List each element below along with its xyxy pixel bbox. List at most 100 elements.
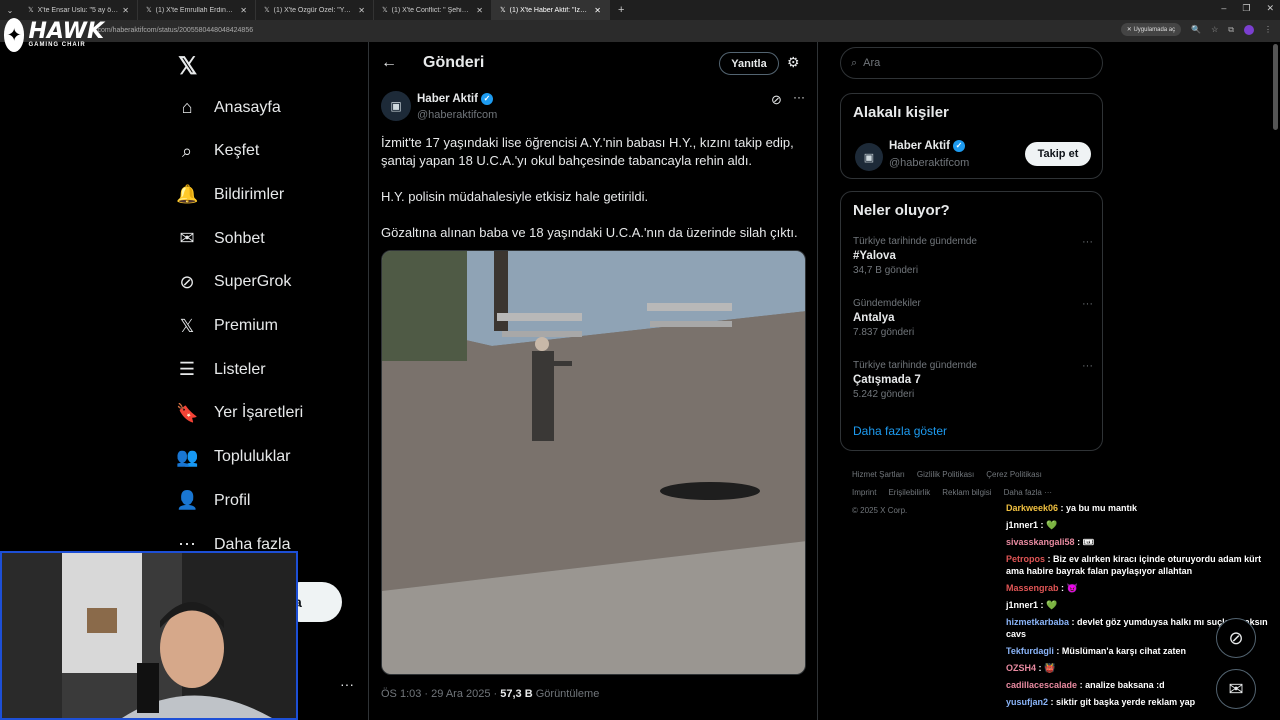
footer-link[interactable]: Hizmet Şartları bbox=[852, 470, 905, 479]
nav-item-bildirimler[interactable]: 🔔 Bildirimler bbox=[176, 184, 284, 205]
messages-fab-icon[interactable]: ✉ bbox=[1216, 669, 1256, 709]
url-field[interactable]: x.com/haberaktifcom/status/2005580448048… bbox=[92, 27, 253, 34]
nav-item-label: Keşfet bbox=[214, 142, 260, 160]
author-name[interactable]: Haber Aktif ✓ bbox=[417, 93, 493, 105]
footer-link[interactable]: Reklam bilgisi bbox=[942, 488, 991, 497]
related-handle[interactable]: @haberaktifcom bbox=[889, 157, 969, 169]
grok-icon[interactable]: ⊘ bbox=[771, 92, 782, 108]
person-icon: 👤 bbox=[176, 490, 199, 511]
scrollbar[interactable] bbox=[1273, 44, 1278, 130]
nav-item-label: Premium bbox=[214, 317, 279, 334]
chat-username[interactable]: Massengrab bbox=[1006, 583, 1059, 593]
browser-tab[interactable]: 𝕏 (1) X'te Emrullah Erdinc: " Di ✕ bbox=[138, 0, 256, 20]
close-tab-icon[interactable]: ✕ bbox=[358, 6, 365, 15]
post-time[interactable]: ÖS 1:03 · 29 Ara 2025 · bbox=[381, 688, 500, 700]
chat-username[interactable]: OZSH4 bbox=[1006, 663, 1036, 673]
post-text-2: H.Y. polisin müdahalesiyle etkisiz hale … bbox=[381, 189, 649, 204]
close-window-icon[interactable]: ✕ bbox=[1266, 3, 1274, 14]
trends-card: Neler oluyor? Türkiye tarihinde gündemde… bbox=[840, 191, 1103, 451]
post-column: ← Gönderi Yanıtla ⚙ ▣ Haber Aktif ✓ @habe… bbox=[368, 42, 818, 720]
x-logo-icon[interactable]: 𝕏 bbox=[178, 52, 197, 81]
related-name[interactable]: Haber Aktif ✓ bbox=[889, 140, 965, 152]
footer-link[interactable]: Çerez Politikası bbox=[986, 470, 1042, 479]
nav-item-label: Topluluklar bbox=[214, 448, 291, 466]
nav-item-label: Sohbet bbox=[214, 229, 265, 247]
trend-count: 7.837 gönderi bbox=[853, 327, 915, 338]
close-tab-icon[interactable]: ✕ bbox=[476, 6, 483, 15]
avatar[interactable]: ▣ bbox=[381, 91, 411, 121]
post-text-1: İzmit'te 17 yaşındaki lise öğrencisi A.Y… bbox=[381, 135, 794, 168]
logo-brand: HAWK bbox=[28, 19, 104, 44]
nav-item-topluluklar[interactable]: 👥 Topluluklar bbox=[176, 447, 290, 468]
browser-tab[interactable]: 𝕏 (1) X'te Conflict: " Şehidimiz ✕ bbox=[374, 0, 492, 20]
tab-title: (1) X'te Özgür Özel: "Yalova'da bbox=[273, 6, 355, 14]
grok-fab-icon[interactable]: ⊘ bbox=[1216, 618, 1256, 658]
account-more-icon[interactable]: ··· bbox=[340, 676, 354, 692]
menu-icon[interactable]: ⋮ bbox=[1264, 25, 1272, 34]
nav-item-yer-i-şaretleri[interactable]: 🔖 Yer İşaretleri bbox=[176, 403, 303, 424]
chat-username[interactable]: Petropos bbox=[1006, 554, 1045, 564]
chat-username[interactable]: Darkweek06 bbox=[1006, 503, 1058, 513]
extensions-icon[interactable]: ⧉ bbox=[1228, 25, 1234, 35]
page-title: Gönderi bbox=[423, 54, 485, 71]
star-icon[interactable]: ☆ bbox=[1211, 25, 1218, 34]
trend-item[interactable]: Gündemdekiler Antalya 7.837 gönderi ··· bbox=[853, 298, 1093, 338]
browser-tab[interactable]: 𝕏(1) X'te Haber Aktif: "İzmit'te 17✕ bbox=[492, 0, 610, 20]
nav-item-supergrok[interactable]: ⊘ SuperGrok bbox=[176, 272, 291, 293]
trend-item[interactable]: Türkiye tarihinde gündemde #Yalova 34,7 B … bbox=[853, 236, 1093, 276]
back-arrow-icon[interactable]: ← bbox=[381, 54, 397, 72]
footer-link[interactable]: Imprint bbox=[852, 488, 876, 497]
tune-icon[interactable]: ⚙ bbox=[787, 54, 800, 71]
chat-username[interactable]: j1nner1 bbox=[1006, 520, 1038, 530]
sponsor-logo: ✦ HAWK GAMING CHAIR bbox=[4, 15, 104, 55]
profile-icon[interactable] bbox=[1244, 24, 1254, 35]
nav-item-keşfet[interactable]: ⌕ Keşfet bbox=[176, 141, 259, 162]
nav-item-profil[interactable]: 👤 Profil bbox=[176, 490, 250, 511]
address-bar: x.com/haberaktifcom/status/2005580448048… bbox=[0, 20, 1280, 42]
new-tab-button[interactable]: + bbox=[610, 4, 632, 16]
maximize-icon[interactable]: ❐ bbox=[1242, 3, 1250, 14]
trend-name: Çatışmada 7 bbox=[853, 374, 921, 386]
chat-text: 🎟 bbox=[1082, 537, 1094, 547]
chat-username[interactable]: j1nner1 bbox=[1006, 600, 1038, 610]
chat-username[interactable]: hizmetkarbaba bbox=[1006, 617, 1069, 627]
nav-item-label: Anasayfa bbox=[214, 98, 281, 116]
chat-username[interactable]: Tekfurdagli bbox=[1006, 646, 1054, 656]
trend-item[interactable]: Türkiye tarihinde gündemde Çatışmada 7 5.2… bbox=[853, 360, 1093, 400]
nav-item-premium[interactable]: 𝕏 Premium bbox=[176, 316, 278, 337]
post-meta: ÖS 1:03 · 29 Ara 2025 · 57,3 B Görüntüle… bbox=[381, 688, 599, 700]
open-in-app-button[interactable]: ✕ Uygulamada aç bbox=[1120, 23, 1182, 36]
search-icon: ⌕ bbox=[181, 140, 193, 161]
footer-link[interactable]: Erişilebilirlik bbox=[888, 488, 930, 497]
nav-item-anasayfa[interactable]: ⌂ Anasayfa bbox=[176, 97, 281, 118]
footer-link[interactable]: Gizlilik Politikası bbox=[917, 470, 974, 479]
chat-username[interactable]: sivasskangali58 bbox=[1006, 537, 1075, 547]
trend-count: 5.242 gönderi bbox=[853, 389, 915, 400]
follow-button[interactable]: Takip et bbox=[1025, 142, 1091, 166]
trend-more-icon[interactable]: ··· bbox=[1082, 298, 1093, 310]
chat-username[interactable]: yusufjan2 bbox=[1006, 697, 1048, 707]
close-tab-icon[interactable]: ✕ bbox=[594, 6, 601, 15]
trend-more-icon[interactable]: ··· bbox=[1082, 360, 1093, 372]
nav-item-sohbet[interactable]: ✉ Sohbet bbox=[176, 228, 265, 249]
close-tab-icon[interactable]: ✕ bbox=[122, 6, 129, 15]
post-video[interactable] bbox=[381, 250, 806, 675]
author-handle[interactable]: @haberaktifcom bbox=[417, 109, 497, 121]
chat-username[interactable]: cadillacescalade bbox=[1006, 680, 1077, 690]
show-more-link[interactable]: Daha fazla göster bbox=[853, 424, 947, 438]
footer-link[interactable]: Daha fazla ··· bbox=[1004, 488, 1052, 497]
minimize-icon[interactable]: – bbox=[1221, 3, 1226, 14]
trend-more-icon[interactable]: ··· bbox=[1082, 236, 1093, 248]
zoom-icon[interactable]: 🔍 bbox=[1191, 25, 1201, 34]
more-options-icon[interactable]: ··· bbox=[793, 90, 805, 104]
browser-tab[interactable]: 𝕏(1) X'te Özgür Özel: "Yalova'da✕ bbox=[256, 0, 374, 20]
nav-item-listeler[interactable]: ☰ Listeler bbox=[176, 359, 266, 380]
search-input[interactable]: ⌕ Ara bbox=[840, 47, 1103, 79]
related-avatar[interactable]: ▣ bbox=[855, 143, 883, 171]
reply-button[interactable]: Yanıtla bbox=[719, 52, 779, 75]
close-tab-icon[interactable]: ✕ bbox=[240, 6, 247, 15]
tab-title: (1) X'te Haber Aktif: "İzmit'te 17 bbox=[509, 6, 591, 14]
x-favicon-icon: 𝕏 bbox=[28, 7, 34, 14]
tab-list-icon[interactable]: ⌄ bbox=[0, 6, 20, 15]
chat-text: 😈 bbox=[1066, 583, 1078, 593]
